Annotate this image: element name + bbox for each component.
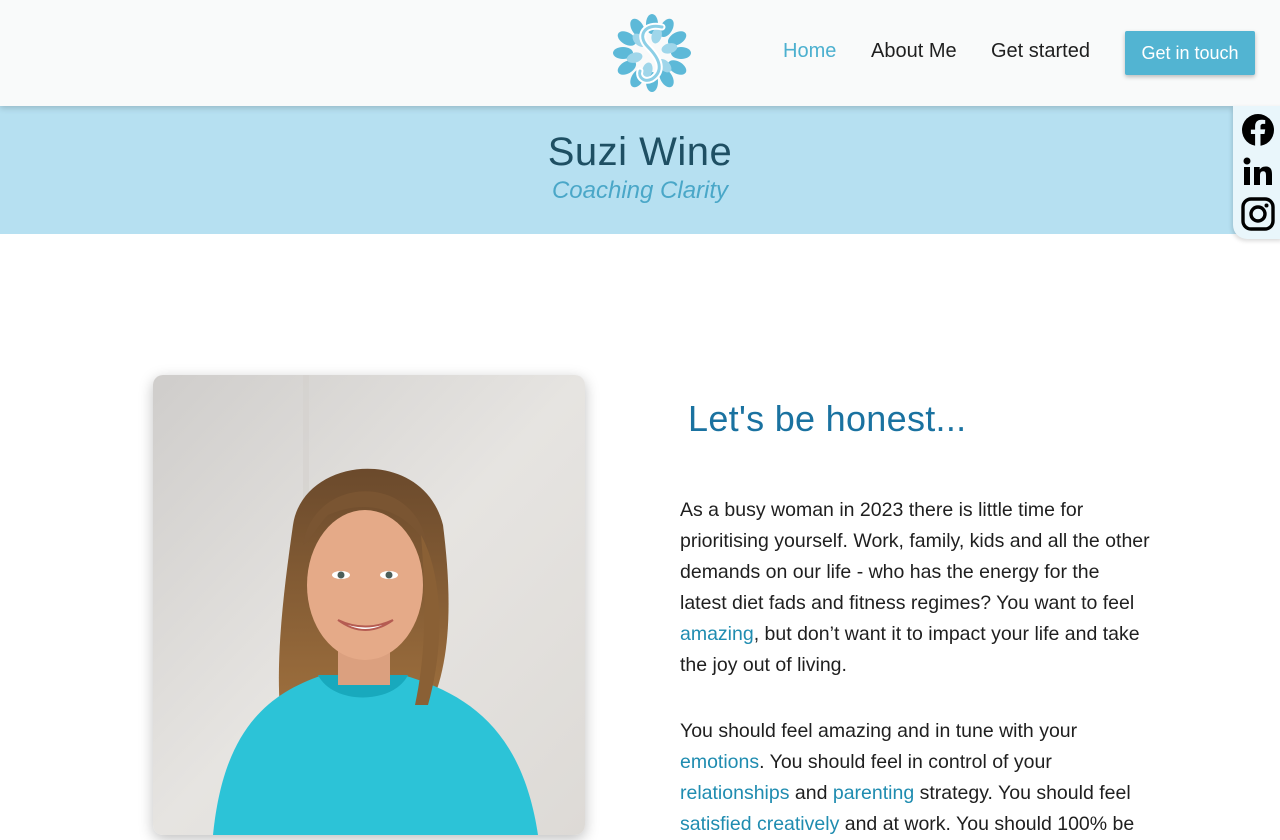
- facebook-icon[interactable]: [1241, 113, 1275, 147]
- paragraph-text: strategy. You should feel: [914, 782, 1131, 804]
- section-heading: Let's be honest...: [688, 398, 967, 439]
- hero-banner: Suzi Wine Coaching Clarity: [0, 106, 1280, 234]
- coach-portrait-photo: [153, 375, 585, 835]
- link-amazing[interactable]: amazing: [680, 623, 754, 645]
- linkedin-icon[interactable]: [1241, 155, 1275, 189]
- paragraph-text: and at work. You should 100% be: [839, 813, 1135, 835]
- site-header: Home About Me Get started Get in touch: [0, 0, 1280, 106]
- site-subtitle: Coaching Clarity: [551, 177, 729, 204]
- link-relationships[interactable]: relationships: [680, 782, 789, 804]
- second-paragraph: You should feel amazing and in tune with…: [680, 716, 1150, 840]
- paragraph-text: As a busy woman in 2023 there is little …: [680, 499, 1150, 614]
- paragraph-text: and: [789, 782, 833, 804]
- get-in-touch-button[interactable]: Get in touch: [1125, 31, 1255, 75]
- link-parenting[interactable]: parenting: [833, 782, 914, 804]
- link-satisfied-creatively[interactable]: satisfied creatively: [680, 813, 839, 835]
- nav-home[interactable]: Home: [783, 40, 836, 63]
- logo[interactable]: [611, 13, 693, 93]
- instagram-icon[interactable]: [1241, 197, 1275, 231]
- social-links: [1233, 106, 1280, 239]
- paragraph-text: You should feel amazing and in tune with…: [680, 720, 1078, 742]
- link-emotions[interactable]: emotions: [680, 751, 759, 773]
- nav-get-started[interactable]: Get started: [991, 40, 1090, 63]
- paragraph-text: . You should feel in control of your: [759, 751, 1052, 773]
- site-title: Suzi Wine: [547, 130, 733, 174]
- intro-paragraph: As a busy woman in 2023 there is little …: [680, 495, 1150, 681]
- nav-about-me[interactable]: About Me: [871, 40, 957, 63]
